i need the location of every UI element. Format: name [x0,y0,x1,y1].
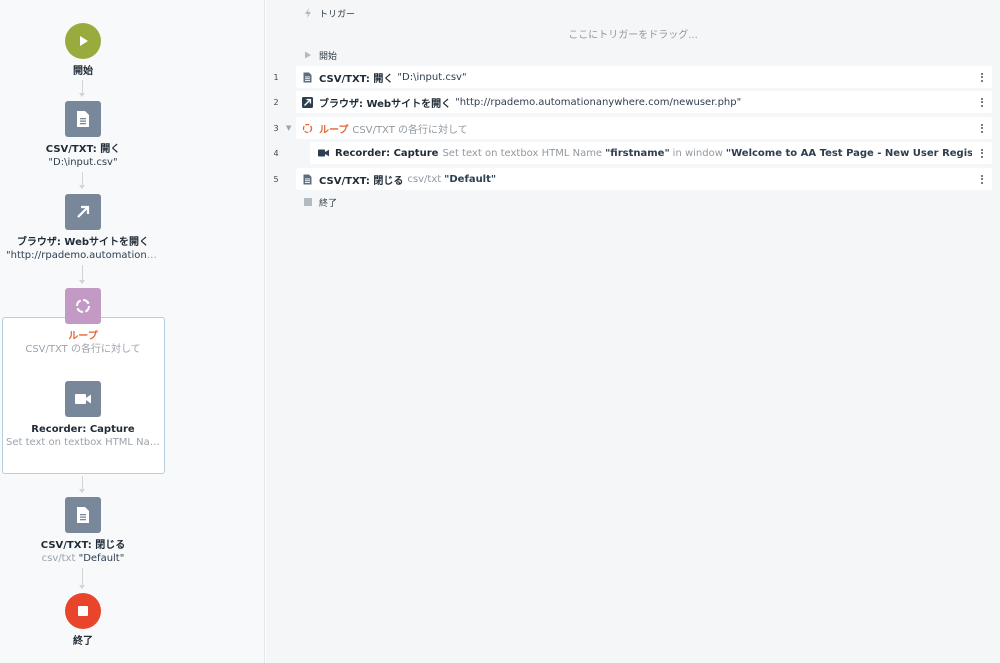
action-row-loop[interactable]: 3 ▼ ループ CSV/TXT の各行に対して [266,117,992,139]
trigger-row: トリガー [266,2,992,24]
loop-icon [302,123,313,134]
flow-node-browser-open[interactable]: ブラウザ: Webサイトを開く "http://rpademo.automati… [0,194,166,262]
flow-node-title: ブラウザ: Webサイトを開く [16,237,150,248]
flow-node-title: CSV/TXT: 閉じる [40,540,126,551]
loop-icon [65,288,101,324]
connector [79,265,85,284]
more-options-icon[interactable] [976,172,988,186]
start-row: 開始 [266,44,992,66]
file-icon [302,174,313,185]
flow-node-title: ループ [68,331,98,342]
flow-node-sub: "D:\input.csv" [48,157,118,168]
external-link-icon [65,194,101,230]
action-row[interactable]: 5 CSV/TXT: 閉じる csv/txt "Default" [266,168,992,190]
line-number: 1 [273,72,279,82]
action-title: CSV/TXT: 開く [319,73,394,85]
flow-node-csv-close[interactable]: CSV/TXT: 閉じる csv/txt "Default" [0,497,166,565]
external-link-icon [302,96,313,108]
action-title: Recorder: Capture [335,147,439,159]
flow-node-sub: csv/txt "Default" [41,553,125,564]
action-desc: csv/txt [407,173,442,185]
action-param: "firstname" [605,147,670,159]
action-param: "Welcome to AA Test Page - New User Regi… [725,147,972,159]
line-number: 5 [273,174,279,184]
action-title: ループ [319,124,349,136]
action-desc: CSV/TXT の各行に対して [352,124,468,136]
more-options-icon[interactable] [976,95,988,109]
video-camera-icon [65,381,101,417]
flow-node-loop[interactable]: ループ CSV/TXT の各行に対して [0,288,166,356]
end-label: 終了 [319,198,338,209]
trigger-label: トリガー [319,9,356,20]
action-desc: Set text on textbox HTML Name [442,147,603,159]
play-icon [302,50,313,61]
flow-node-sub: "http://rpademo.automationa... [6,250,163,261]
flow-node-title: CSV/TXT: 開く [45,144,121,155]
action-title: ブラウザ: Webサイトを開く [319,98,452,110]
action-row[interactable]: 4 Recorder: Capture Set text on textbox … [266,142,992,164]
flow-node-recorder[interactable]: Recorder: Capture Set text on textbox HT… [0,381,166,449]
action-row[interactable]: 2 ブラウザ: Webサイトを開く "http://rpademo.automa… [266,91,992,113]
flow-node-sub: Set text on textbox HTML Nam... [6,437,166,448]
line-number: 4 [273,148,279,158]
file-icon [65,101,101,137]
stop-icon [302,197,313,208]
trigger-drop-zone[interactable]: ここにトリガーをドラッグ... [266,26,1000,41]
more-options-icon[interactable] [976,146,988,160]
connector [79,476,85,493]
flow-end-label: 終了 [73,636,93,647]
more-options-icon[interactable] [976,70,988,84]
action-row[interactable]: 1 CSV/TXT: 開く "D:\input.csv" [266,66,992,88]
start-label: 開始 [319,51,338,62]
end-row: 終了 [266,191,992,213]
line-number: 3 [273,123,279,133]
lightning-icon [302,8,313,19]
more-options-icon[interactable] [976,121,988,135]
video-camera-icon [318,148,329,159]
flow-node-sub: CSV/TXT の各行に対して [25,344,141,355]
connector [79,80,85,97]
action-param: "Default" [444,173,497,185]
action-param: "D:\input.csv" [397,71,467,83]
flow-end-node[interactable]: 終了 [0,593,166,648]
action-list-panel: トリガー ここにトリガーをドラッグ... 開始 1 CSV/TXT: 開く "D… [266,0,1000,663]
flow-start-node[interactable]: 開始 [0,23,166,78]
action-title: CSV/TXT: 閉じる [319,175,404,187]
file-icon [65,497,101,533]
connector [79,172,85,189]
flow-node-csv-open[interactable]: CSV/TXT: 開く "D:\input.csv" [0,101,166,169]
flow-canvas: 開始 CSV/TXT: 開く "D:\input.csv" ブラウザ: Webサ… [0,0,265,663]
action-param: "http://rpademo.automationanywhere.com/n… [455,96,742,108]
flow-node-title: Recorder: Capture [31,424,135,435]
action-desc: in window [672,147,723,159]
collapse-caret-icon[interactable]: ▼ [286,124,291,132]
stop-icon [65,593,101,629]
line-number: 2 [273,97,279,107]
play-icon [65,23,101,59]
file-icon [302,72,313,83]
connector [79,568,85,589]
flow-start-label: 開始 [73,66,93,77]
